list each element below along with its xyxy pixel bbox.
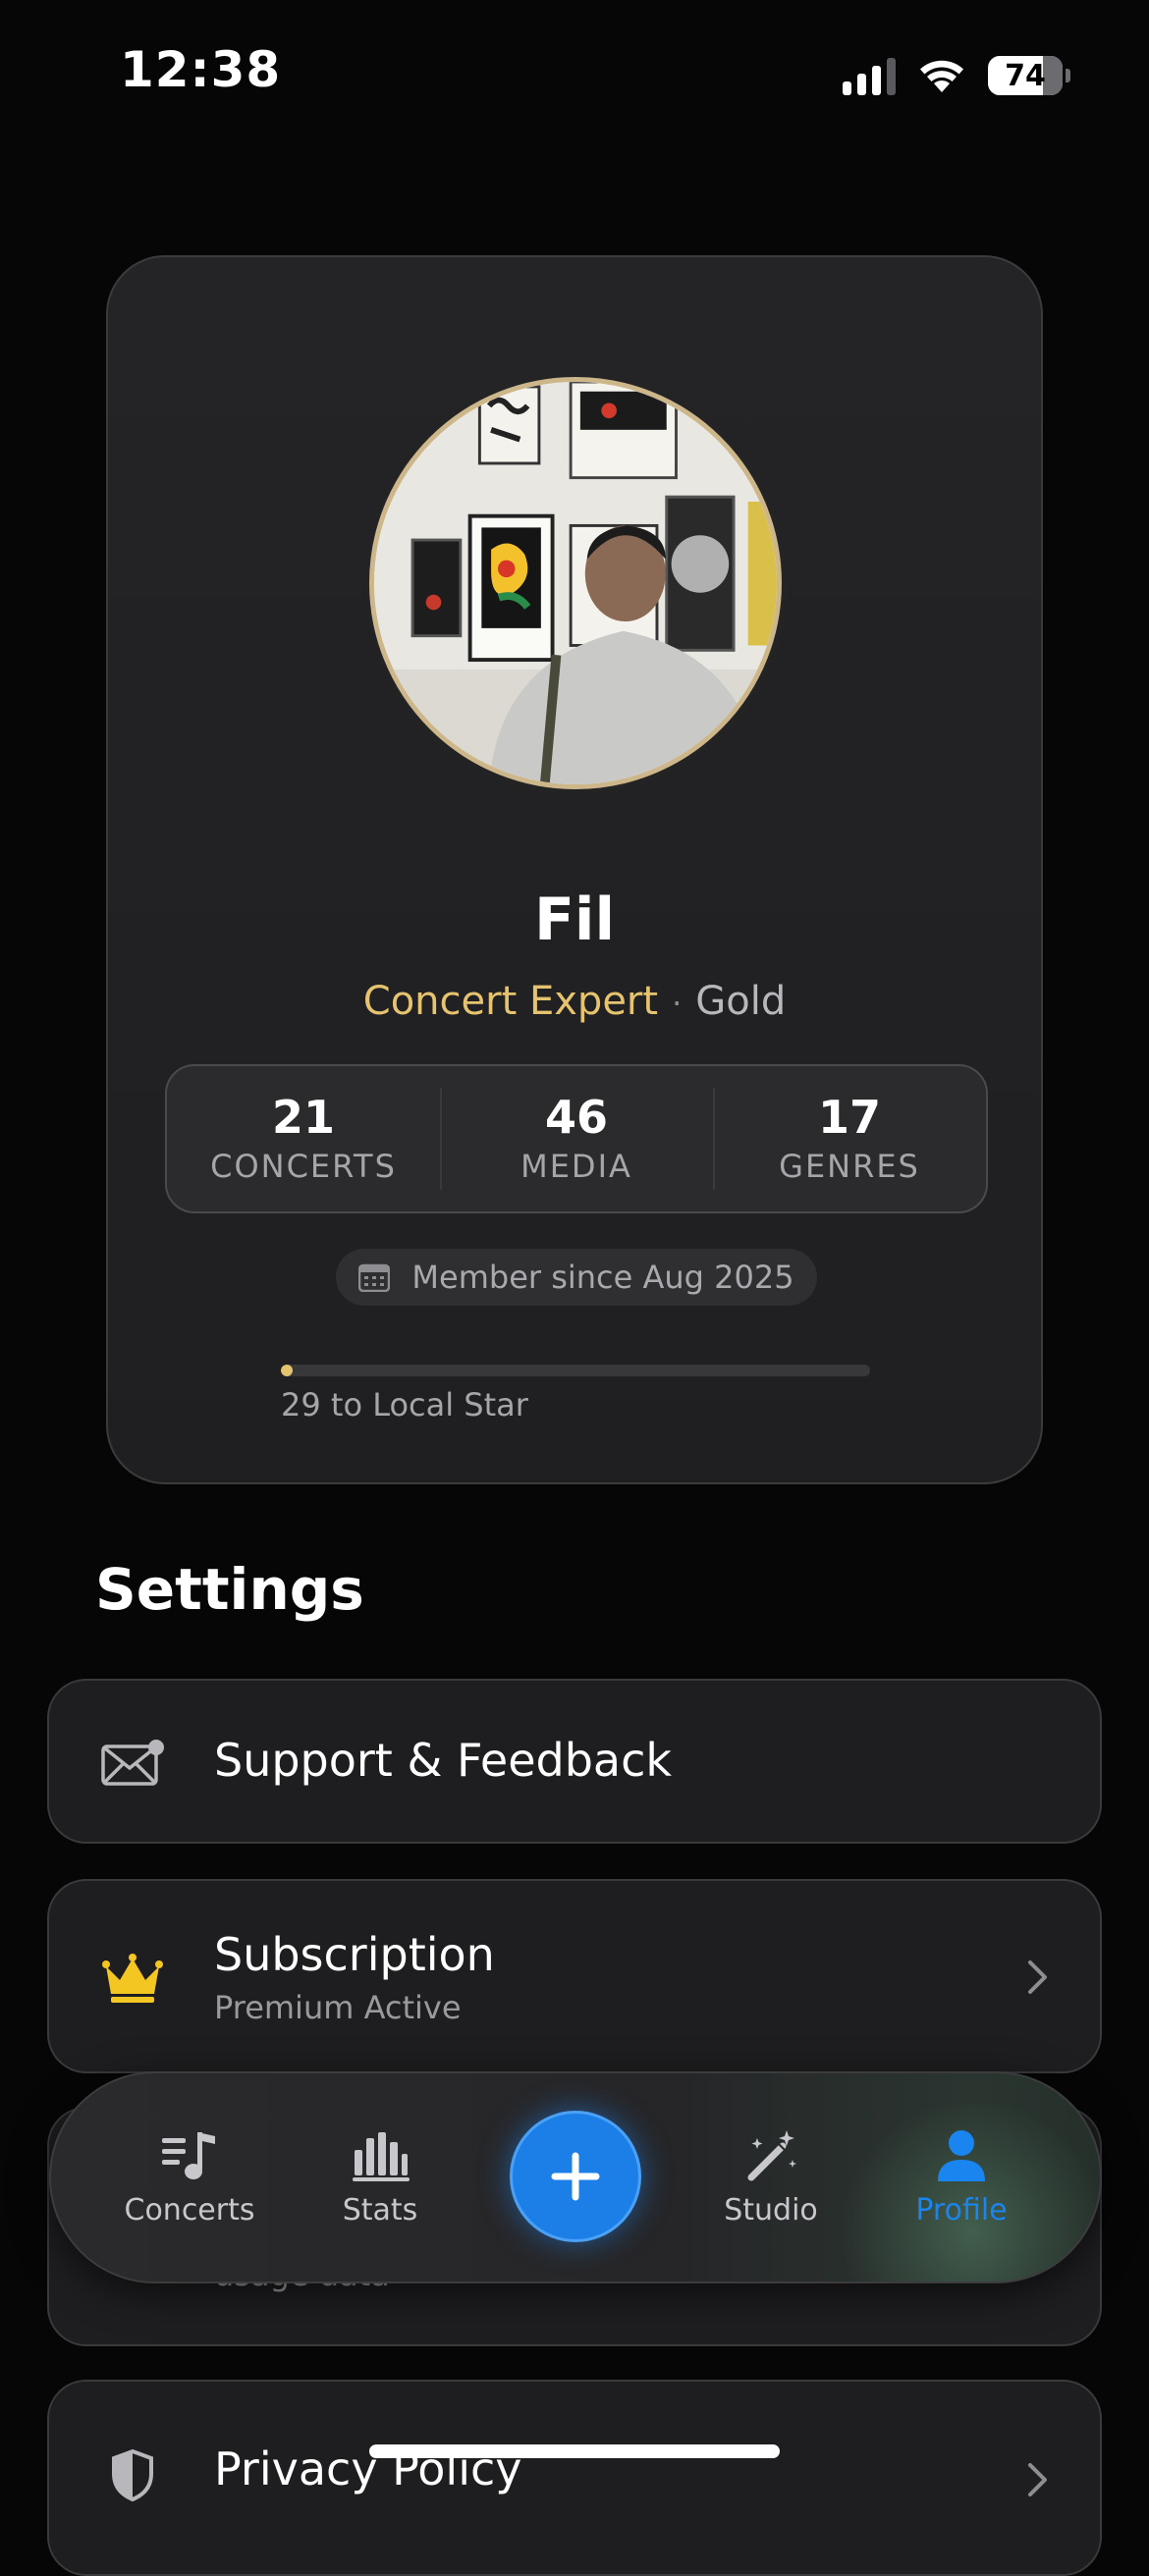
crown-icon [100,1946,165,2011]
tab-studio[interactable]: Studio [678,2073,864,2281]
status-indicators: 74 [843,51,1070,100]
settings-row-subscription[interactable]: Subscription Premium Active [47,1879,1102,2073]
settings-row-support[interactable]: Support & Feedback [47,1679,1102,1844]
level-progress-bar [281,1365,870,1376]
wifi-icon [920,60,963,92]
stat-label: MEDIA [520,1148,632,1185]
stat-value: 46 [544,1091,608,1144]
stat-label: GENRES [779,1148,920,1185]
tab-label: Profile [915,2192,1008,2227]
level-progress-label: 29 to Local Star [281,1386,528,1423]
calendar-icon [358,1263,391,1292]
profile-card: Fil Concert Expert · Gold 21 CONCERTS 46 M… [106,255,1043,1484]
cellular-signal-icon [843,56,896,95]
profile-name: Fil [533,886,616,954]
plus-icon [551,2152,600,2201]
stat-value: 21 [271,1091,335,1144]
music-list-icon [162,2131,215,2179]
home-indicator [369,2444,780,2458]
avatar[interactable] [369,377,782,789]
level-progress-fill [281,1365,293,1376]
tab-concerts[interactable]: Concerts [96,2073,283,2281]
member-since-text: Member since Aug 2025 [411,1259,794,1296]
stat-concerts[interactable]: 21 CONCERTS [167,1066,440,1211]
stat-media[interactable]: 46 MEDIA [440,1066,713,1211]
tab-bar: Concerts Stats Studio Profile [49,2071,1102,2283]
tab-profile[interactable]: Profile [868,2073,1055,2281]
stat-genres[interactable]: 17 GENRES [713,1066,986,1211]
battery-level: 74 [1005,58,1046,93]
mail-icon [100,1731,165,1796]
chevron-right-icon [1028,2463,1047,2496]
member-since-badge: Member since Aug 2025 [336,1249,817,1306]
tab-label: Stats [342,2192,418,2227]
tab-label: Studio [724,2192,818,2227]
person-icon [938,2129,985,2181]
row-title: Subscription [214,1928,495,1981]
add-concert-button[interactable] [510,2111,641,2242]
rank-tier: Gold [695,979,787,1024]
profile-rank: Concert Expert · Gold [108,979,1041,1024]
magic-wand-icon [747,2129,796,2180]
status-time: 12:38 [120,41,282,98]
rank-separator: · [672,985,683,1022]
stat-label: CONCERTS [210,1148,397,1185]
row-title: Support & Feedback [214,1734,673,1787]
settings-row-privacy[interactable]: Privacy Policy [47,2380,1102,2576]
shield-icon [100,2442,165,2507]
battery-icon: 74 [988,56,1070,95]
row-subtitle: Premium Active [214,1989,462,2026]
stats-summary: 21 CONCERTS 46 MEDIA 17 GENRES [165,1064,988,1213]
avatar-photo [374,382,777,784]
tab-stats[interactable]: Stats [287,2073,473,2281]
stat-value: 17 [817,1091,881,1144]
rank-title: Concert Expert [362,979,659,1024]
chevron-right-icon [1028,1960,1047,1994]
tab-label: Concerts [124,2192,255,2227]
settings-heading: Settings [95,1556,364,1623]
bar-chart-icon [353,2131,410,2181]
